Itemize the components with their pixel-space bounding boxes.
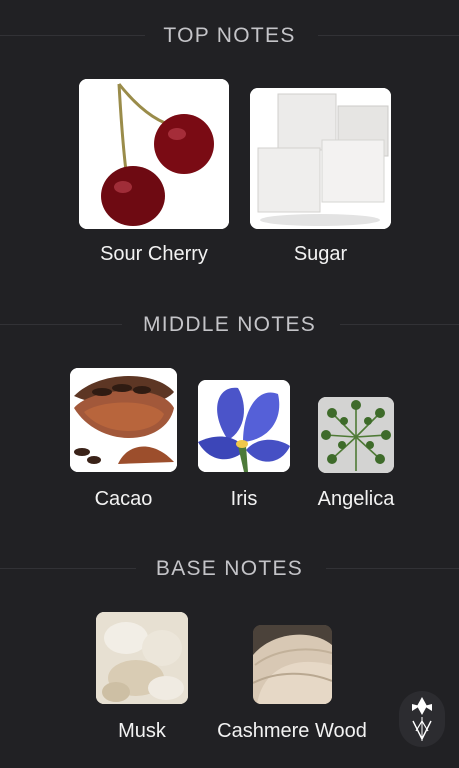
section-header-middle-notes: MIDDLE NOTES (0, 313, 459, 337)
cherry-image[interactable] (79, 79, 229, 229)
fragrance-brand-logo-icon[interactable] (399, 691, 445, 747)
musk-image[interactable] (96, 612, 188, 704)
angelica-plant-image[interactable] (318, 397, 394, 473)
note-label: Sugar (293, 243, 348, 265)
cashmere-wood-image[interactable] (253, 625, 332, 704)
note-label: Musk (118, 720, 166, 742)
iris-flower-image[interactable] (198, 380, 290, 472)
note-label: Cashmere Wood (217, 720, 367, 742)
section-header-base-notes: BASE NOTES (0, 557, 459, 581)
note-label: Angelica (317, 488, 395, 510)
note-label: Cacao (94, 488, 153, 510)
note-label: Sour Cherry (100, 243, 208, 265)
section-title-middle-notes: MIDDLE NOTES (142, 313, 317, 336)
section-title-base-notes: BASE NOTES (155, 557, 304, 580)
section-title-top-notes: TOP NOTES (163, 24, 296, 47)
note-label: Iris (230, 488, 258, 510)
sugar-cubes-image[interactable] (250, 88, 391, 229)
section-header-top-notes: TOP NOTES (0, 24, 459, 48)
cacao-image[interactable] (70, 368, 177, 472)
